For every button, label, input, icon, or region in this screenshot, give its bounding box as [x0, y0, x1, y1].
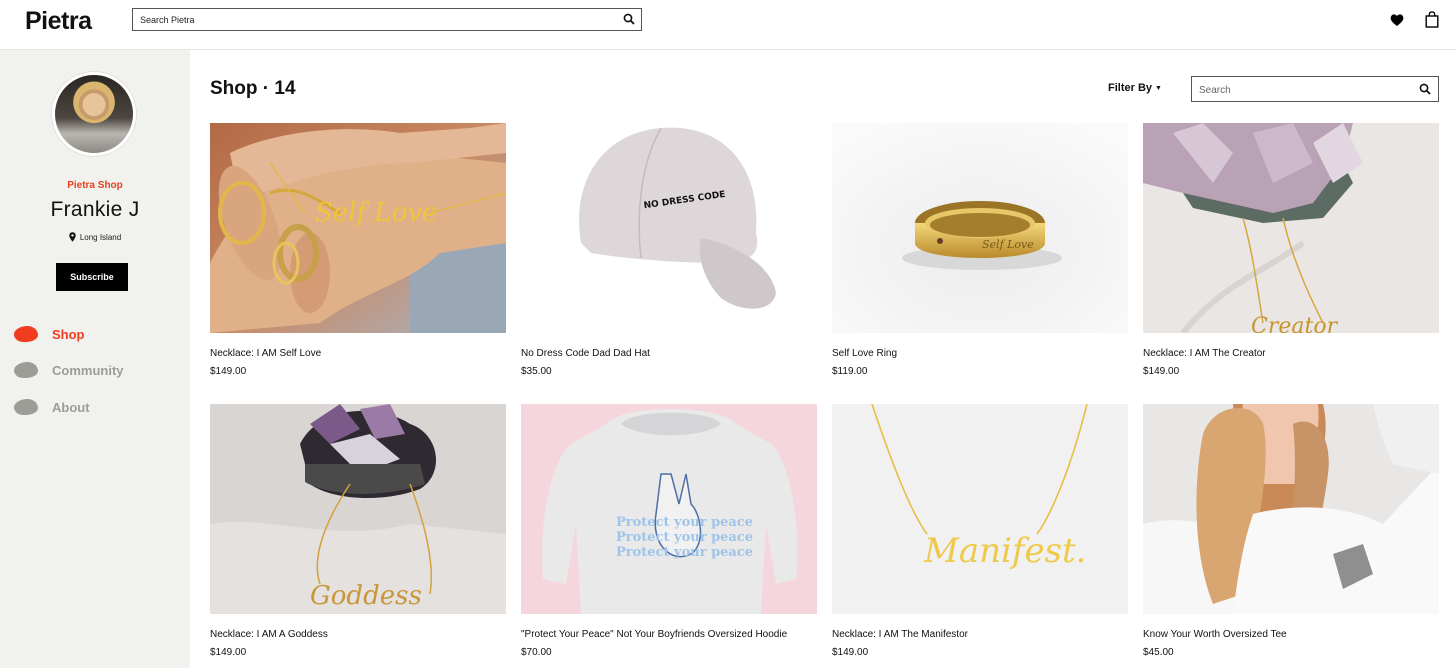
product-price: $149.00	[1143, 366, 1180, 377]
creator-name: Frankie J	[50, 198, 140, 221]
product-image[interactable]: Self Love	[832, 123, 1128, 333]
product-image[interactable]: Self Love	[210, 123, 506, 333]
product-card[interactable]: Creator Necklace: I AM The Creator $149.…	[1143, 123, 1439, 377]
nav-item-label: Community	[52, 362, 124, 378]
search-icon[interactable]	[623, 13, 635, 25]
product-card[interactable]: Goddess Necklace: I AM A Goddess $149.00	[210, 404, 506, 658]
shop-search-input[interactable]	[1199, 82, 1409, 98]
product-name[interactable]: Self Love Ring	[832, 348, 897, 359]
about-blob-icon	[14, 399, 38, 415]
heart-icon[interactable]	[1390, 13, 1404, 27]
product-price: $70.00	[521, 647, 552, 658]
avatar	[52, 72, 136, 156]
nav-item-label: About	[52, 399, 90, 415]
filter-by-dropdown[interactable]: Filter By ▼	[1108, 82, 1162, 94]
shop-type-label: Pietra Shop	[67, 180, 123, 191]
product-price: $45.00	[1143, 647, 1174, 658]
chevron-down-icon: ▼	[1155, 85, 1162, 92]
product-name[interactable]: No Dress Code Dad Dad Hat	[521, 348, 650, 359]
necklace-script-text: Creator	[1251, 314, 1339, 333]
product-price: $119.00	[832, 366, 868, 377]
product-image[interactable]: Goddess	[210, 404, 506, 614]
search-icon[interactable]	[1419, 83, 1431, 95]
shop-blob-icon	[14, 326, 38, 342]
product-image[interactable]: Creator	[1143, 123, 1439, 333]
nav-item-about[interactable]: About	[14, 397, 90, 417]
product-image[interactable]: NO DRESS CODE	[521, 123, 817, 333]
location: Long Island	[0, 232, 190, 242]
subscribe-button[interactable]: Subscribe	[56, 263, 128, 291]
ring-text: Self Love	[982, 238, 1034, 251]
product-name[interactable]: Know Your Worth Oversized Tee	[1143, 629, 1287, 640]
global-search-input[interactable]	[140, 12, 610, 28]
product-price: $149.00	[210, 647, 247, 658]
shopping-bag-icon[interactable]	[1425, 11, 1439, 28]
necklace-script-text: Manifest.	[923, 531, 1086, 571]
product-image[interactable]	[1143, 404, 1439, 614]
product-price: $149.00	[210, 366, 247, 377]
product-name[interactable]: Necklace: I AM A Goddess	[210, 629, 328, 640]
global-search-box[interactable]	[132, 8, 642, 31]
product-card[interactable]: Self Love Necklace: I AM Self Love $149.…	[210, 123, 506, 377]
product-name[interactable]: "Protect Your Peace" Not Your Boyfriends…	[521, 629, 787, 640]
pietra-logo[interactable]: Pietra	[25, 7, 92, 36]
product-name[interactable]: Necklace: I AM The Creator	[1143, 348, 1266, 359]
shop-search-box[interactable]	[1191, 76, 1439, 102]
location-pin-icon	[69, 232, 76, 242]
creator-sidebar: Pietra Shop Frankie J Long Island Subscr…	[0, 50, 190, 668]
hoodie-text: Protect your peace	[616, 530, 753, 545]
product-card[interactable]: Protect your peace Protect your peace Pr…	[521, 404, 817, 658]
top-bar: Pietra	[0, 0, 1456, 50]
product-card[interactable]: NO DRESS CODE No Dress Code Dad Dad Hat …	[521, 123, 817, 377]
location-text: Long Island	[79, 233, 122, 242]
product-image[interactable]: Protect your peace Protect your peace Pr…	[521, 404, 817, 614]
community-blob-icon	[14, 362, 38, 378]
hoodie-text: Protect your peace	[616, 545, 753, 560]
nav-item-label: Shop	[52, 326, 85, 342]
nav-item-shop[interactable]: Shop	[14, 324, 85, 344]
product-card[interactable]: Know Your Worth Oversized Tee $45.00	[1143, 404, 1439, 658]
product-price: $149.00	[832, 647, 869, 658]
product-image[interactable]: Manifest.	[832, 404, 1128, 614]
nav-item-community[interactable]: Community	[14, 360, 124, 380]
page-title: Shop · 14	[210, 78, 296, 99]
product-name[interactable]: Necklace: I AM Self Love	[210, 348, 321, 359]
filter-by-label: Filter By	[1108, 82, 1153, 94]
necklace-script-text: Self Love	[315, 198, 437, 228]
product-name[interactable]: Necklace: I AM The Manifestor	[832, 629, 968, 640]
hoodie-text: Protect your peace	[616, 515, 753, 530]
product-card[interactable]: Manifest. Necklace: I AM The Manifestor …	[832, 404, 1128, 658]
product-card[interactable]: Self Love Self Love Ring $119.00	[832, 123, 1128, 377]
product-price: $35.00	[521, 366, 552, 377]
necklace-script-text: Goddess	[310, 581, 422, 611]
